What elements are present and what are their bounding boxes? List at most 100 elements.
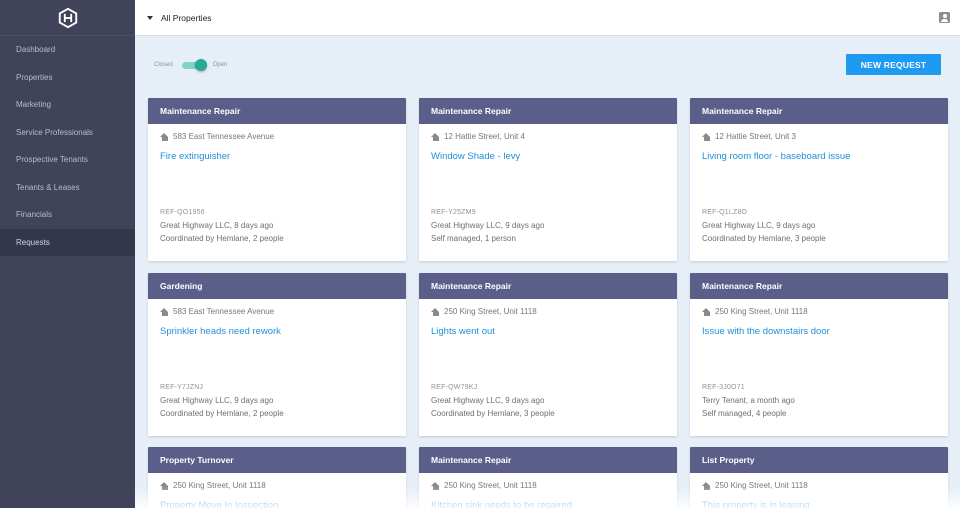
card-title-link[interactable]: Living room floor - baseboard issue (702, 151, 948, 162)
card-owner: Great Highway LLC, 9 days ago (702, 221, 816, 230)
property-filter-dropdown[interactable]: All Properties (147, 13, 212, 23)
card-ref: REF-3J0O71 (702, 384, 745, 391)
card-owner: Great Highway LLC, 8 days ago (160, 221, 274, 230)
request-card[interactable]: List Property 250 King Street, Unit 1118… (690, 447, 948, 508)
card-owner: Terry Tenant, a month ago (702, 396, 795, 405)
card-address: 583 East Tennessee Avenue (160, 307, 406, 316)
sidebar: Dashboard Properties Marketing Service P… (0, 0, 135, 508)
sidebar-item-prospective-tenants[interactable]: Prospective Tenants (0, 146, 135, 174)
request-card[interactable]: Gardening 583 East Tennessee Avenue Spri… (148, 273, 406, 436)
card-category: List Property (690, 447, 948, 473)
card-coordination: Coordinated by Hemlane, 2 people (160, 234, 284, 243)
property-filter-label: All Properties (161, 12, 212, 23)
switch-knob (194, 59, 207, 71)
card-address-text: 250 King Street, Unit 1118 (715, 307, 808, 316)
card-category: Gardening (148, 273, 406, 299)
request-card[interactable]: Maintenance Repair 250 King Street, Unit… (690, 273, 948, 436)
open-closed-switch[interactable] (181, 58, 207, 72)
card-footer: REF-Y7JZNJ Great Highway LLC, 9 days ago… (160, 381, 284, 420)
card-ref: REF-QW79KJ (431, 384, 478, 391)
toggle-closed-label: Closed (154, 62, 173, 68)
card-category: Maintenance Repair (690, 273, 948, 299)
sidebar-item-tenants-leases[interactable]: Tenants & Leases (0, 174, 135, 202)
card-address: 250 King Street, Unit 1118 (702, 307, 948, 316)
card-title-link[interactable]: Issue with the downstairs door (702, 326, 948, 337)
card-address-text: 583 East Tennessee Avenue (173, 132, 275, 141)
card-coordination: Self managed, 1 person (431, 234, 516, 243)
card-address: 250 King Street, Unit 1118 (431, 481, 677, 490)
sidebar-item-properties[interactable]: Properties (0, 64, 135, 92)
sidebar-item-requests[interactable]: Requests (0, 228, 135, 256)
card-title-link[interactable]: Property Move In Inspection (160, 500, 406, 508)
card-title-link[interactable]: Lights went out (431, 326, 677, 337)
card-address: 12 Hattie Street, Unit 3 (702, 132, 948, 141)
card-address-text: 250 King Street, Unit 1118 (444, 481, 537, 490)
card-category: Maintenance Repair (419, 273, 677, 299)
card-footer: REF-QO1956 Great Highway LLC, 8 days ago… (160, 206, 284, 245)
home-icon (702, 481, 711, 490)
card-category: Maintenance Repair (690, 98, 948, 124)
card-footer: REF-3J0O71 Terry Tenant, a month ago Sel… (702, 381, 795, 420)
card-ref: REF-Y7JZNJ (160, 384, 204, 391)
sidebar-nav: Dashboard Properties Marketing Service P… (0, 36, 135, 256)
card-ref: REF-QO1956 (160, 209, 205, 216)
card-address-text: 583 East Tennessee Avenue (173, 307, 275, 316)
sidebar-item-dashboard[interactable]: Dashboard (0, 36, 135, 64)
card-coordination: Coordinated by Hemlane, 3 people (431, 409, 555, 418)
card-owner: Great Highway LLC, 9 days ago (431, 221, 545, 230)
hemlane-logo-icon (58, 7, 77, 28)
open-closed-toggle-row: Closed Open (154, 58, 227, 72)
request-card[interactable]: Property Turnover 250 King Street, Unit … (148, 447, 406, 508)
card-category: Property Turnover (148, 447, 406, 473)
request-card[interactable]: Maintenance Repair 12 Hattie Street, Uni… (419, 98, 677, 261)
toggle-open-label: Open (212, 62, 228, 68)
card-address: 12 Hattie Street, Unit 4 (431, 132, 677, 141)
sidebar-item-marketing[interactable]: Marketing (0, 91, 135, 119)
card-title-link[interactable]: This property is in leasing (702, 500, 948, 508)
card-address-text: 250 King Street, Unit 1118 (715, 481, 808, 490)
home-icon (160, 481, 169, 490)
card-title-link[interactable]: Window Shade - levy (431, 151, 677, 162)
user-account-icon[interactable] (939, 12, 950, 23)
request-card[interactable]: Maintenance Repair 250 King Street, Unit… (419, 273, 677, 436)
card-address-text: 250 King Street, Unit 1118 (173, 481, 266, 490)
home-icon (160, 132, 169, 141)
card-address: 250 King Street, Unit 1118 (702, 481, 948, 490)
card-address: 250 King Street, Unit 1118 (160, 481, 406, 490)
home-icon (702, 132, 711, 141)
home-icon (702, 307, 711, 316)
home-icon (431, 132, 440, 141)
sidebar-item-financials[interactable]: Financials (0, 201, 135, 229)
home-icon (431, 481, 440, 490)
card-footer: REF-QW79KJ Great Highway LLC, 9 days ago… (431, 381, 555, 420)
card-title-link[interactable]: Sprinkler heads need rework (160, 326, 406, 337)
sidebar-item-service-professionals[interactable]: Service Professionals (0, 119, 135, 147)
card-ref: REF-Y25ZM9 (431, 209, 476, 216)
card-ref: REF-Q1LZ8O (702, 209, 748, 216)
card-owner: Great Highway LLC, 9 days ago (160, 396, 274, 405)
card-coordination: Self managed, 4 people (702, 409, 787, 418)
top-bar: All Properties (135, 0, 960, 36)
card-title-link[interactable]: Kitchen sink needs to be repaired (431, 500, 677, 508)
logo[interactable] (0, 0, 135, 36)
card-address: 583 East Tennessee Avenue (160, 132, 406, 141)
caret-down-icon (147, 15, 153, 20)
card-category: Maintenance Repair (419, 447, 677, 473)
request-card[interactable]: Maintenance Repair 12 Hattie Street, Uni… (690, 98, 948, 261)
card-category: Maintenance Repair (419, 98, 677, 124)
request-card[interactable]: Maintenance Repair 583 East Tennessee Av… (148, 98, 406, 261)
request-card[interactable]: Maintenance Repair 250 King Street, Unit… (419, 447, 677, 508)
card-footer: REF-Y25ZM9 Great Highway LLC, 9 days ago… (431, 206, 544, 245)
card-footer: REF-Q1LZ8O Great Highway LLC, 9 days ago… (702, 206, 826, 245)
home-icon (431, 307, 440, 316)
home-icon (160, 307, 169, 316)
card-address-text: 12 Hattie Street, Unit 4 (444, 132, 525, 141)
card-owner: Great Highway LLC, 9 days ago (431, 396, 545, 405)
card-coordination: Coordinated by Hemlane, 2 people (160, 409, 284, 418)
card-address: 250 King Street, Unit 1118 (431, 307, 677, 316)
card-title-link[interactable]: Fire extinguisher (160, 151, 406, 162)
card-address-text: 12 Hattie Street, Unit 3 (715, 132, 796, 141)
card-coordination: Coordinated by Hemlane, 3 people (702, 234, 826, 243)
card-category: Maintenance Repair (148, 98, 406, 124)
new-request-button[interactable]: NEW REQUEST (846, 54, 941, 75)
